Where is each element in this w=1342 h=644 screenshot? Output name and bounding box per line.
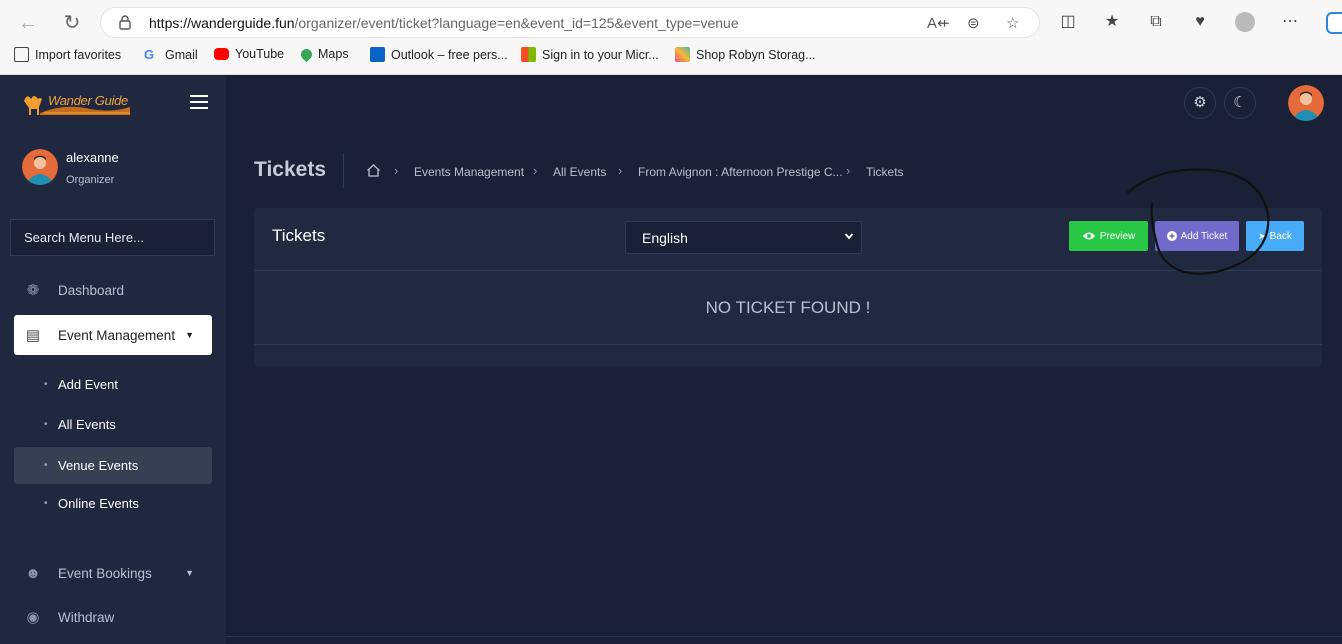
profile-icon[interactable] [1234,11,1256,33]
refresh-icon[interactable]: ↻ [60,11,84,35]
sidebar-subitem-all-events[interactable]: All Events [14,406,212,443]
palette-icon: ❁ [26,282,40,299]
sidebar-subitem-label: Add Event [58,377,118,392]
copilot-icon[interactable] [1326,12,1342,34]
chevron-down-icon [844,233,854,240]
zoom-icon[interactable]: ⊜ [967,14,980,32]
card-title: Tickets [272,226,326,245]
sidebar-subitem-online-events[interactable]: Online Events [14,485,212,522]
bookmark-import-favorites[interactable]: Import favorites [14,47,121,62]
sidebar-item-withdraw[interactable]: ◉ Withdraw [14,597,212,637]
breadcrumb-chevron-icon: › [618,163,623,178]
sidebar-item-label: Withdraw [58,609,115,625]
breadcrumb-item[interactable]: Events Management [414,165,524,179]
sidebar-subitem-label: Online Events [58,496,139,511]
back-arrow-icon[interactable]: ← [16,11,40,35]
address-bar[interactable]: https://wanderguide.fun/organizer/event/… [100,7,1040,38]
microsoft-icon [521,47,536,62]
breadcrumb-chevron-icon: › [394,163,399,178]
footer-divider [226,636,1342,637]
split-screen-icon[interactable]: ◫ [1057,11,1079,33]
caret-down-icon: ▼ [185,330,194,340]
avatar[interactable] [1288,85,1324,121]
bookmark-youtube[interactable]: YouTube [214,47,284,61]
breadcrumb-chevron-icon: › [846,163,851,178]
sidebar-item-event-management[interactable]: ▤ Event Management ▼ [14,315,212,355]
bookmarks-bar: Import favorites G Gmail YouTube Maps Out… [0,44,1342,68]
bookmark-gmail[interactable]: G Gmail [144,47,198,62]
home-icon[interactable] [366,163,381,178]
browser-toolbar: ← ↻ https://wanderguide.fun/organizer/ev… [0,0,1342,75]
user-avatar [22,149,58,185]
bookmark-microsoft[interactable]: Sign in to your Micr... [521,47,659,62]
eye-icon [1082,232,1095,240]
sidebar: alexanne Organizer ❁ Dashboard ▤ Event M… [0,131,226,644]
more-icon[interactable]: ⋯ [1279,11,1301,33]
maps-icon [298,46,315,62]
page-title: Tickets [254,158,326,181]
favorites-icon[interactable]: ★ [1101,11,1123,33]
user-role: Organizer [66,174,115,186]
money-icon: ◉ [26,609,40,626]
sidebar-subitem-add-event[interactable]: Add Event [14,366,212,403]
sidebar-search-input[interactable] [10,219,215,256]
empty-state-message: NO TICKET FOUND ! [705,298,871,317]
language-select[interactable]: English [625,221,862,254]
sidebar-item-event-bookings[interactable]: ☻ Event Bookings ▼ [14,553,212,593]
sidebar-item-dashboard[interactable]: ❁ Dashboard [14,270,212,310]
sidebar-item-label: Dashboard [58,282,125,298]
import-icon [14,47,29,62]
breadcrumb-item[interactable]: From Avignon : Afternoon Prestige C... [638,165,843,179]
outlook-icon [370,47,385,62]
bookmark-robyn-storage[interactable]: Shop Robyn Storag... [675,47,816,62]
book-icon: ▤ [25,327,41,344]
sidebar-subitem-venue-events[interactable]: Venue Events [14,447,212,484]
sidebar-item-label: Event Management [58,327,176,343]
language-select-value: English [642,229,688,246]
bookmark-outlook[interactable]: Outlook – free pers... [370,47,508,62]
sidebar-header: Wander Guide [0,75,226,131]
settings-gear-icon[interactable]: ⚙ [1184,87,1216,119]
breadcrumb-item: Tickets [866,165,904,179]
url-text: https://wanderguide.fun/organizer/event/… [149,15,739,31]
shop-icon [675,47,690,62]
user-name: alexanne [66,150,119,165]
breadcrumb-divider [343,153,344,188]
lock-icon [119,15,131,30]
scribble-annotation [1126,168,1270,275]
breadcrumb-chevron-icon: › [533,163,538,178]
people-icon: ☻ [25,564,41,582]
sidebar-subitem-label: Venue Events [58,458,139,473]
sidebar-subitem-label: All Events [58,417,116,432]
caret-down-icon: ▼ [185,568,194,578]
performance-icon[interactable]: ♥ [1189,11,1211,33]
logo-text: Wander Guide [48,93,128,108]
hamburger-menu-icon[interactable] [190,95,208,109]
bookmark-maps[interactable]: Maps [298,46,349,62]
breadcrumb-item[interactable]: All Events [553,165,606,179]
favorite-star-icon[interactable]: ☆ [1006,14,1019,32]
dark-mode-moon-icon[interactable]: ☾ [1224,87,1256,119]
read-aloud-icon[interactable]: A⇷ [927,14,950,32]
sidebar-item-label: Event Bookings [58,565,152,581]
collections-icon[interactable]: ⧉ [1145,11,1167,33]
youtube-icon [214,48,229,60]
google-icon: G [144,47,155,62]
card-footer-divider [254,344,1322,345]
